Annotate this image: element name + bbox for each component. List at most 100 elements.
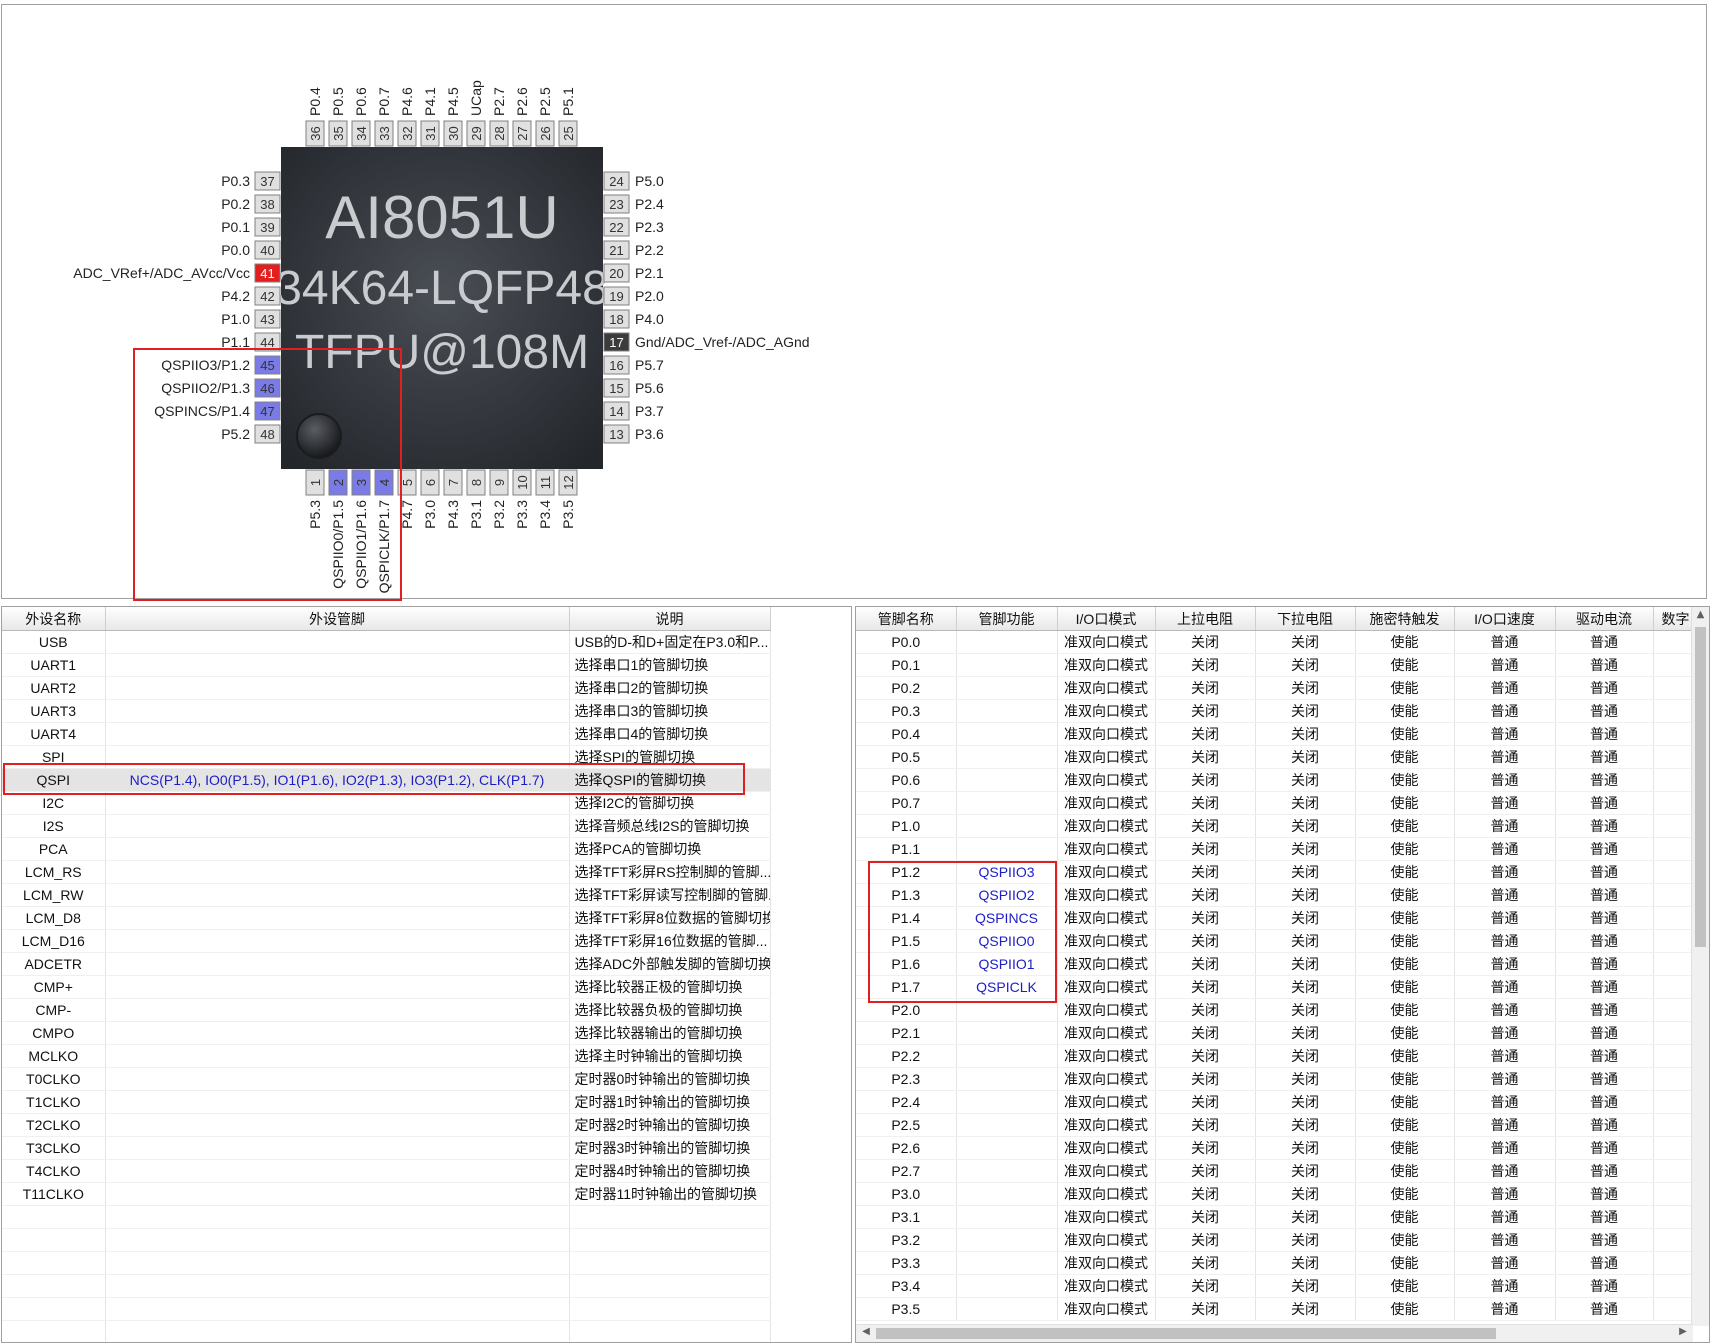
peripheral-name-cell[interactable]: LCM_RS [2,860,106,884]
pull-down-cell[interactable]: 关闭 [1255,1136,1356,1160]
peripheral-name-cell[interactable]: MCLKO [2,1044,106,1068]
peripheral-pins-cell[interactable] [105,1159,570,1183]
pin-config-row[interactable]: P1.0 准双向口模式 关闭 关闭 使能 普通 普通 [856,814,1709,838]
pin-config-row[interactable]: P2.4 准双向口模式 关闭 关闭 使能 普通 普通 [856,1090,1709,1114]
io-speed-cell[interactable]: 普通 [1454,906,1556,930]
peripheral-row[interactable]: ADCETR 选择ADC外部触发脚的管脚切换 [2,952,771,976]
pin-config-row[interactable]: P1.2 QSPIIO3 准双向口模式 关闭 关闭 使能 普通 普通 [856,860,1709,884]
pin-30[interactable]: 30 P4.5 [443,87,463,147]
pull-down-cell[interactable]: 关闭 [1255,1067,1356,1091]
pin-14[interactable]: 14 P3.7 [603,401,664,421]
pin-7[interactable]: 7 P4.3 [443,469,463,529]
pin-name-cell[interactable]: P2.0 [856,998,957,1022]
pin-config-row[interactable]: P0.1 准双向口模式 关闭 关闭 使能 普通 普通 [856,653,1709,677]
schmitt-cell[interactable]: 使能 [1355,1182,1455,1206]
peripheral-row[interactable]: MCLKO 选择主时钟输出的管脚切换 [2,1044,771,1068]
io-speed-cell[interactable]: 普通 [1454,676,1556,700]
pin-28[interactable]: 28 P2.7 [489,87,509,147]
pull-down-cell[interactable]: 关闭 [1255,860,1356,884]
io-mode-cell[interactable]: 准双向口模式 [1057,883,1156,907]
schmitt-cell[interactable]: 使能 [1355,653,1455,677]
pin-44[interactable]: 44 P1.1 [221,332,281,352]
pin-4[interactable]: 4 QSPICLK/P1.7 [374,469,394,593]
pin-name-cell[interactable]: P1.3 [856,883,957,907]
drive-current-cell[interactable]: 普通 [1555,837,1654,861]
schmitt-cell[interactable]: 使能 [1355,929,1455,953]
pin-21[interactable]: 21 P2.2 [603,240,664,260]
vertical-scroll-thumb[interactable] [1695,627,1706,947]
peripheral-pins-cell[interactable] [105,1044,570,1068]
peripheral-name-cell[interactable]: UART4 [2,722,106,746]
pin-config-row[interactable]: P3.3 准双向口模式 关闭 关闭 使能 普通 普通 [856,1251,1709,1275]
pin-config-row[interactable]: P1.5 QSPIIO0 准双向口模式 关闭 关闭 使能 普通 普通 [856,929,1709,953]
schmitt-cell[interactable]: 使能 [1355,860,1455,884]
peripheral-name-cell[interactable]: T2CLKO [2,1113,106,1137]
vertical-scrollbar[interactable]: ▲ [1691,607,1709,1326]
peripheral-name-cell[interactable]: T3CLKO [2,1136,106,1160]
io-mode-cell[interactable]: 准双向口模式 [1057,676,1156,700]
pull-up-cell[interactable]: 关闭 [1155,791,1256,815]
pin-31[interactable]: 31 P4.1 [420,87,440,147]
pin-name-cell[interactable]: P0.6 [856,768,957,792]
pin-12[interactable]: 12 P3.5 [558,469,578,529]
io-mode-cell[interactable]: 准双向口模式 [1057,1067,1156,1091]
peripheral-pins-cell[interactable] [105,952,570,976]
pin-function-cell[interactable] [956,1136,1058,1160]
schmitt-cell[interactable]: 使能 [1355,1251,1455,1275]
pin-function-cell[interactable] [956,1274,1058,1298]
schmitt-cell[interactable]: 使能 [1355,699,1455,723]
peripheral-pins-cell[interactable] [105,722,570,746]
pull-up-cell[interactable]: 关闭 [1155,952,1256,976]
pin-3[interactable]: 3 QSPIIO1/P1.6 [351,469,371,589]
peripheral-name-cell[interactable]: LCM_RW [2,883,106,907]
pull-up-cell[interactable]: 关闭 [1155,814,1256,838]
pin-16[interactable]: 16 P5.7 [603,355,664,375]
peripheral-name-cell[interactable]: UART2 [2,676,106,700]
peripheral-row[interactable]: USB USB的D-和D+固定在P3.0和P... [2,630,771,654]
io-speed-cell[interactable]: 普通 [1454,883,1556,907]
peripheral-name-cell[interactable]: UART1 [2,653,106,677]
io-mode-cell[interactable]: 准双向口模式 [1057,1251,1156,1275]
pin-config-row[interactable]: P2.6 准双向口模式 关闭 关闭 使能 普通 普通 [856,1136,1709,1160]
io-mode-cell[interactable]: 准双向口模式 [1057,837,1156,861]
peripheral-name-cell[interactable]: CMP- [2,998,106,1022]
io-mode-cell[interactable]: 准双向口模式 [1057,791,1156,815]
io-mode-cell[interactable]: 准双向口模式 [1057,1159,1156,1183]
pin-25[interactable]: 25 P5.1 [558,87,578,147]
drive-current-cell[interactable]: 普通 [1555,745,1654,769]
pull-down-cell[interactable]: 关闭 [1255,1090,1356,1114]
pull-up-cell[interactable]: 关闭 [1155,722,1256,746]
pin-function-cell[interactable] [956,653,1058,677]
pin-function-cell[interactable] [956,1113,1058,1137]
column-header-pin-name[interactable]: 管脚名称 [856,607,957,631]
io-speed-cell[interactable]: 普通 [1454,1090,1556,1114]
pin-name-cell[interactable]: P1.7 [856,975,957,999]
io-mode-cell[interactable]: 准双向口模式 [1057,1205,1156,1229]
io-speed-cell[interactable]: 普通 [1454,860,1556,884]
io-speed-cell[interactable]: 普通 [1454,1113,1556,1137]
pin-config-row[interactable]: P0.7 准双向口模式 关闭 关闭 使能 普通 普通 [856,791,1709,815]
peripheral-name-cell[interactable]: QSPI [2,768,106,792]
pin-29[interactable]: 29 UCap [466,80,486,147]
io-speed-cell[interactable]: 普通 [1454,630,1556,654]
io-speed-cell[interactable]: 普通 [1454,1205,1556,1229]
drive-current-cell[interactable]: 普通 [1555,1297,1654,1321]
pin-15[interactable]: 15 P5.6 [603,378,664,398]
pull-up-cell[interactable]: 关闭 [1155,1113,1256,1137]
peripheral-row[interactable]: QSPI NCS(P1.4), IO0(P1.5), IO1(P1.6), IO2… [2,768,771,792]
column-header-description[interactable]: 说明 [569,607,771,631]
pin-name-cell[interactable]: P2.2 [856,1044,957,1068]
pin-function-cell[interactable] [956,768,1058,792]
pin-config-row[interactable]: P0.0 准双向口模式 关闭 关闭 使能 普通 普通 [856,630,1709,654]
pin-config-row[interactable]: P2.5 准双向口模式 关闭 关闭 使能 普通 普通 [856,1113,1709,1137]
io-speed-cell[interactable]: 普通 [1454,722,1556,746]
io-mode-cell[interactable]: 准双向口模式 [1057,1228,1156,1252]
io-speed-cell[interactable]: 普通 [1454,745,1556,769]
pull-down-cell[interactable]: 关闭 [1255,1297,1356,1321]
peripheral-name-cell[interactable]: LCM_D8 [2,906,106,930]
pin-11[interactable]: 11 P3.4 [535,469,555,529]
peripheral-name-cell[interactable]: T4CLKO [2,1159,106,1183]
pin-name-cell[interactable]: P2.3 [856,1067,957,1091]
peripheral-row[interactable]: LCM_RS 选择TFT彩屏RS控制脚的管脚... [2,860,771,884]
drive-current-cell[interactable]: 普通 [1555,676,1654,700]
